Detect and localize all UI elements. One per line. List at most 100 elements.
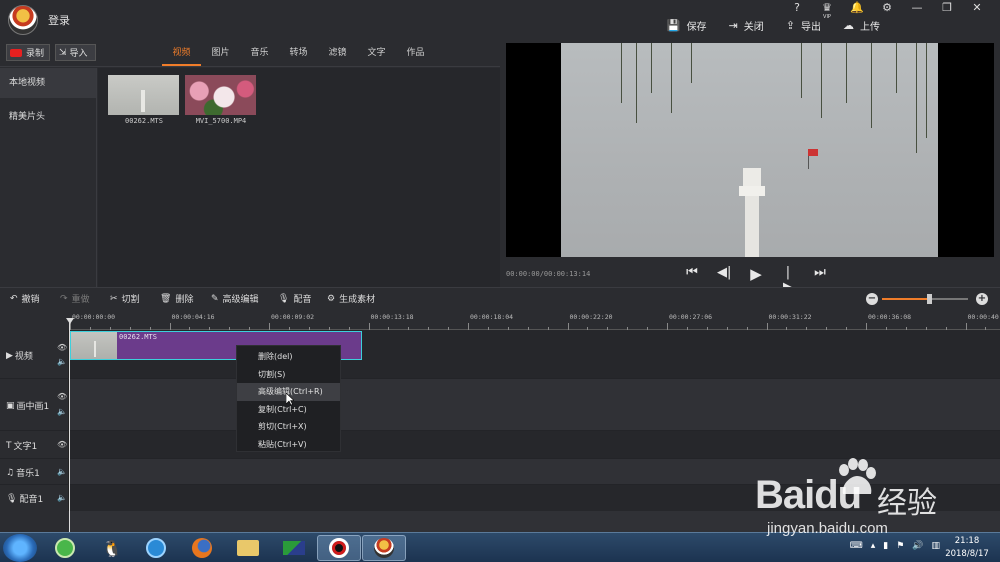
ruler-tick <box>468 323 469 330</box>
menu-item-paste[interactable]: 粘贴(Ctrl+V) <box>237 436 340 454</box>
video-preview[interactable] <box>506 43 994 257</box>
delete-button[interactable]: 🗑 删除 <box>160 292 193 306</box>
save-button[interactable]: 💾 保存 <box>667 18 707 33</box>
redo-button[interactable]: ↷ 重做 <box>60 292 90 306</box>
upload-button[interactable]: ☁ 上传 <box>843 18 880 33</box>
music-track-icon: ♫ <box>6 467 15 478</box>
undo-icon: ↶ <box>10 293 18 304</box>
eye-icon[interactable]: 👁 <box>57 440 67 449</box>
exit-icon: ⇥ <box>728 19 738 32</box>
screen-recorder-icon[interactable] <box>317 535 361 561</box>
track-header-music: ♫ 音乐1 🔈 <box>0 459 69 484</box>
title-bar: 登录 ? ♛ VIP 🔔 ⚙ — ❐ ✕ 💾 保存 ⇥ 关闭 ⇪ 导出 ☁ 上传 <box>0 0 1000 40</box>
pip-track-icon: ▣ <box>6 400 15 411</box>
windows-start-icon[interactable] <box>3 534 37 562</box>
close-project-button[interactable]: ⇥ 关闭 <box>729 18 764 33</box>
playhead-handle[interactable] <box>66 318 74 324</box>
cloud-upload-icon: ☁ <box>843 19 854 32</box>
timeline-ruler[interactable]: 00:00:00:00 00:00:04:16 00:00:09:02 00:00:1… <box>70 309 1000 330</box>
generate-material-button[interactable]: ⚙ 生成素材 <box>327 292 375 306</box>
vip-icon[interactable]: ♛ VIP <box>812 1 842 20</box>
ruler-label: 00:00:40 <box>967 313 999 321</box>
ruler-tick <box>567 323 569 330</box>
ruler-tick <box>866 323 867 330</box>
track-header-pip: ▣ 画中画1 👁 🔈 <box>0 379 69 430</box>
qq-icon[interactable]: 🐧 <box>90 535 134 561</box>
sidebar-item-intros[interactable]: 精美片头 <box>0 102 96 132</box>
zoom-slider-handle[interactable] <box>927 294 933 304</box>
record-icon <box>10 48 22 57</box>
media-player-icon[interactable] <box>134 535 178 561</box>
clock[interactable]: 21:18 2018/8/17 <box>942 535 992 561</box>
watermark-url: jingyan.baidu.com <box>767 520 888 537</box>
zoom-slider[interactable] <box>882 294 968 304</box>
sidebar-item-local-video[interactable]: 本地视频 <box>0 68 96 98</box>
advanced-edit-button[interactable]: ✎ 高级编辑 <box>211 292 259 306</box>
restore-icon[interactable]: ❐ <box>932 1 962 15</box>
menu-item-delete[interactable]: 删除(del) <box>237 348 340 366</box>
tab-works[interactable]: 作品 <box>396 40 435 66</box>
speaker-icon[interactable]: 🔈 <box>57 407 67 416</box>
track-header-text: T 文字1 👁 <box>0 431 69 458</box>
clip-label: 00262.MTS <box>119 333 157 341</box>
speaker-icon[interactable]: 🔈 <box>57 467 67 476</box>
ruler-label: 00:00:09:02 <box>271 313 315 321</box>
ruler-tick <box>70 323 71 330</box>
record-button[interactable]: 录制 <box>6 44 50 61</box>
cut-icon: ✂ <box>110 293 118 304</box>
zoom-out-icon[interactable]: − <box>866 293 878 305</box>
playhead[interactable] <box>69 320 70 532</box>
tab-music[interactable]: 音乐 <box>240 40 279 66</box>
media-library: 00262.MTS MVI_5700.MP4 <box>98 68 500 287</box>
ruler-label: 00:00:22:20 <box>569 313 613 321</box>
zoom-in-icon[interactable]: + <box>976 293 988 305</box>
ruler-tick <box>766 323 768 330</box>
minimize-icon[interactable]: — <box>902 1 932 15</box>
eye-icon[interactable]: 👁 <box>57 343 67 352</box>
track-header-voiceover: 🎙 配音1 🔈 <box>0 485 69 511</box>
edit-icon: ✎ <box>211 293 219 304</box>
tab-text[interactable]: 文字 <box>357 40 396 66</box>
menu-item-split[interactable]: 切割(S) <box>237 366 340 384</box>
app-icon[interactable] <box>272 535 316 561</box>
undo-button[interactable]: ↶ 撤销 <box>10 292 40 306</box>
speaker-icon[interactable]: 🔈 <box>57 493 67 502</box>
login-link[interactable]: 登录 <box>48 12 70 28</box>
media-thumbnail[interactable] <box>185 75 256 115</box>
preview-timecode: 00:00:00/00:00:13:14 <box>506 270 591 278</box>
text-lane[interactable] <box>70 431 1000 458</box>
help-icon[interactable]: ? <box>782 1 812 15</box>
tab-image[interactable]: 图片 <box>201 40 240 66</box>
menu-item-cut[interactable]: 剪切(Ctrl+X) <box>237 418 340 436</box>
tab-transition[interactable]: 转场 <box>279 40 318 66</box>
ruler-tick <box>368 323 370 330</box>
ruler-label: 00:00:18:04 <box>470 313 514 321</box>
file-explorer-icon[interactable] <box>226 535 270 561</box>
ruler-tick <box>269 323 270 330</box>
ruler-label: 00:00:04:16 <box>171 313 215 321</box>
video-editor-taskbar-icon[interactable] <box>362 535 406 561</box>
gear-icon[interactable]: ⚙ <box>872 1 902 15</box>
export-button[interactable]: ⇪ 导出 <box>786 18 821 33</box>
voiceover-button[interactable]: 🎙 配音 <box>278 292 311 306</box>
ruler-label: 00:00:00:00 <box>72 313 116 321</box>
speaker-icon[interactable]: 🔈 <box>57 357 67 366</box>
firefox-icon[interactable] <box>180 535 224 561</box>
preview-panel: 00:00:00/00:00:13:14 ⏮ ◀| ▶ |▶ ⏭ <box>500 40 1000 295</box>
preview-frame <box>561 43 938 257</box>
tab-video[interactable]: 视频 <box>162 40 201 66</box>
cut-button[interactable]: ✂ 切割 <box>110 292 140 306</box>
pip-lane[interactable] <box>70 379 1000 430</box>
eye-icon[interactable]: 👁 <box>57 392 67 401</box>
top-actions: 💾 保存 ⇥ 关闭 ⇪ 导出 ☁ 上传 <box>667 18 880 33</box>
clip-thumbnail <box>71 332 117 359</box>
bell-icon[interactable]: 🔔 <box>842 1 872 15</box>
media-thumbnail[interactable] <box>108 75 179 115</box>
close-icon[interactable]: ✕ <box>962 1 992 15</box>
import-button[interactable]: ⇲ 导入 <box>55 44 96 61</box>
360-browser-icon[interactable] <box>43 535 87 561</box>
track-header-video: ▶ 视频 👁 🔈 <box>0 330 69 378</box>
import-icon: ⇲ <box>59 47 67 58</box>
ruler-tick <box>169 323 171 330</box>
tab-filter[interactable]: 滤镜 <box>318 40 357 66</box>
